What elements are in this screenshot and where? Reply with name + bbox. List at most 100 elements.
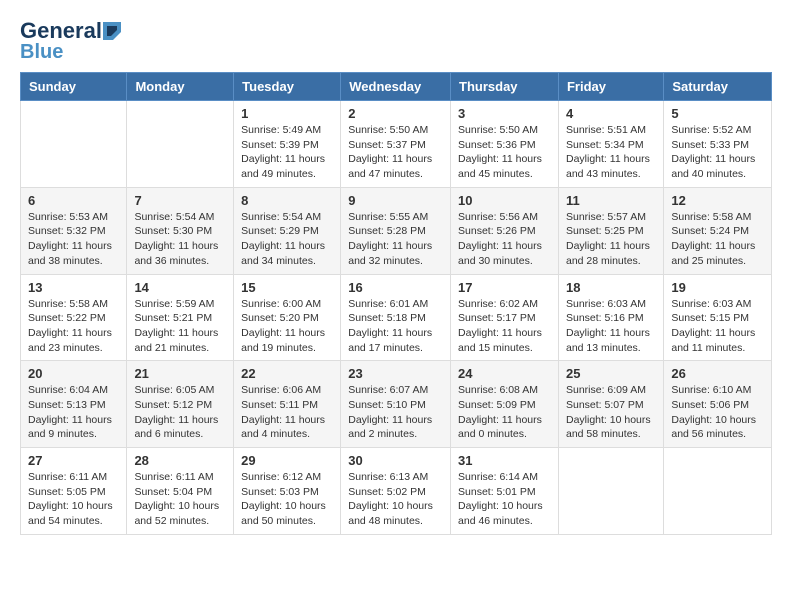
- day-number: 12: [671, 193, 764, 208]
- day-number: 30: [348, 453, 443, 468]
- logo: General Blue: [20, 20, 122, 62]
- day-info: Sunrise: 5:58 AM Sunset: 5:22 PM Dayligh…: [28, 297, 119, 356]
- day-info: Sunrise: 5:55 AM Sunset: 5:28 PM Dayligh…: [348, 210, 443, 269]
- calendar-cell: [664, 448, 772, 535]
- calendar-header-row: SundayMondayTuesdayWednesdayThursdayFrid…: [21, 73, 772, 101]
- day-number: 28: [134, 453, 226, 468]
- calendar-cell: 17 Sunrise: 6:02 AM Sunset: 5:17 PM Dayli…: [451, 274, 559, 361]
- logo-general: General: [20, 20, 102, 42]
- day-info: Sunrise: 5:50 AM Sunset: 5:36 PM Dayligh…: [458, 123, 551, 182]
- calendar-cell: 18Sunrise: 6:03 AM Sunset: 5:16 PM Dayli…: [558, 274, 663, 361]
- day-info: Sunrise: 6:11 AM Sunset: 5:04 PM Dayligh…: [134, 470, 226, 529]
- logo-icon: [103, 22, 121, 40]
- day-number: 29: [241, 453, 333, 468]
- day-info: Sunrise: 5:50 AM Sunset: 5:37 PM Dayligh…: [348, 123, 443, 182]
- day-info: Sunrise: 6:14 AM Sunset: 5:01 PM Dayligh…: [458, 470, 551, 529]
- page-header: General Blue: [20, 20, 772, 62]
- day-number: 20: [28, 366, 119, 381]
- calendar-cell: 13 Sunrise: 5:58 AM Sunset: 5:22 PM Dayli…: [21, 274, 127, 361]
- calendar-cell: 14Sunrise: 5:59 AM Sunset: 5:21 PM Dayli…: [127, 274, 234, 361]
- calendar-cell: 5 Sunrise: 5:52 AM Sunset: 5:33 PM Daylig…: [664, 101, 772, 188]
- day-info: Sunrise: 6:04 AM Sunset: 5:13 PM Dayligh…: [28, 383, 119, 442]
- day-info: Sunrise: 6:02 AM Sunset: 5:17 PM Dayligh…: [458, 297, 551, 356]
- day-number: 7: [134, 193, 226, 208]
- calendar-cell: 30 Sunrise: 6:13 AM Sunset: 5:02 PM Dayli…: [341, 448, 451, 535]
- day-number: 23: [348, 366, 443, 381]
- day-info: Sunrise: 5:59 AM Sunset: 5:21 PM Dayligh…: [134, 297, 226, 356]
- calendar-cell: 12 Sunrise: 5:58 AM Sunset: 5:24 PM Dayli…: [664, 187, 772, 274]
- calendar-week-row: 6 Sunrise: 5:53 AM Sunset: 5:32 PM Daylig…: [21, 187, 772, 274]
- day-info: Sunrise: 5:54 AM Sunset: 5:29 PM Dayligh…: [241, 210, 333, 269]
- col-header-friday: Friday: [558, 73, 663, 101]
- day-number: 26: [671, 366, 764, 381]
- day-number: 13: [28, 280, 119, 295]
- calendar-cell: 22 Sunrise: 6:06 AM Sunset: 5:11 PM Dayli…: [234, 361, 341, 448]
- calendar-cell: [21, 101, 127, 188]
- day-info: Sunrise: 5:54 AM Sunset: 5:30 PM Dayligh…: [134, 210, 226, 269]
- calendar-cell: 7 Sunrise: 5:54 AM Sunset: 5:30 PM Daylig…: [127, 187, 234, 274]
- day-number: 3: [458, 106, 551, 121]
- day-info: Sunrise: 6:13 AM Sunset: 5:02 PM Dayligh…: [348, 470, 443, 529]
- calendar-week-row: 13 Sunrise: 5:58 AM Sunset: 5:22 PM Dayli…: [21, 274, 772, 361]
- col-header-saturday: Saturday: [664, 73, 772, 101]
- day-info: Sunrise: 6:11 AM Sunset: 5:05 PM Dayligh…: [28, 470, 119, 529]
- calendar-cell: 11 Sunrise: 5:57 AM Sunset: 5:25 PM Dayli…: [558, 187, 663, 274]
- day-number: 5: [671, 106, 764, 121]
- calendar-cell: 24 Sunrise: 6:08 AM Sunset: 5:09 PM Dayli…: [451, 361, 559, 448]
- day-number: 4: [566, 106, 656, 121]
- calendar-cell: 21 Sunrise: 6:05 AM Sunset: 5:12 PM Dayli…: [127, 361, 234, 448]
- day-info: Sunrise: 6:07 AM Sunset: 5:10 PM Dayligh…: [348, 383, 443, 442]
- calendar-cell: 27Sunrise: 6:11 AM Sunset: 5:05 PM Dayli…: [21, 448, 127, 535]
- day-number: 19: [671, 280, 764, 295]
- day-number: 16: [348, 280, 443, 295]
- day-info: Sunrise: 6:09 AM Sunset: 5:07 PM Dayligh…: [566, 383, 656, 442]
- day-number: 15: [241, 280, 333, 295]
- col-header-thursday: Thursday: [451, 73, 559, 101]
- day-number: 6: [28, 193, 119, 208]
- day-number: 24: [458, 366, 551, 381]
- day-number: 8: [241, 193, 333, 208]
- col-header-monday: Monday: [127, 73, 234, 101]
- col-header-tuesday: Tuesday: [234, 73, 341, 101]
- day-number: 17: [458, 280, 551, 295]
- calendar-cell: 4Sunrise: 5:51 AM Sunset: 5:34 PM Daylig…: [558, 101, 663, 188]
- day-number: 10: [458, 193, 551, 208]
- day-info: Sunrise: 6:06 AM Sunset: 5:11 PM Dayligh…: [241, 383, 333, 442]
- day-number: 9: [348, 193, 443, 208]
- calendar-cell: 15 Sunrise: 6:00 AM Sunset: 5:20 PM Dayli…: [234, 274, 341, 361]
- day-info: Sunrise: 6:00 AM Sunset: 5:20 PM Dayligh…: [241, 297, 333, 356]
- day-number: 21: [134, 366, 226, 381]
- calendar-cell: 16 Sunrise: 6:01 AM Sunset: 5:18 PM Dayli…: [341, 274, 451, 361]
- col-header-sunday: Sunday: [21, 73, 127, 101]
- day-number: 25: [566, 366, 656, 381]
- day-info: Sunrise: 5:53 AM Sunset: 5:32 PM Dayligh…: [28, 210, 119, 269]
- calendar-cell: 9 Sunrise: 5:55 AM Sunset: 5:28 PM Daylig…: [341, 187, 451, 274]
- calendar-week-row: 27Sunrise: 6:11 AM Sunset: 5:05 PM Dayli…: [21, 448, 772, 535]
- day-number: 31: [458, 453, 551, 468]
- day-info: Sunrise: 6:01 AM Sunset: 5:18 PM Dayligh…: [348, 297, 443, 356]
- calendar-cell: 23 Sunrise: 6:07 AM Sunset: 5:10 PM Dayli…: [341, 361, 451, 448]
- calendar-cell: 6 Sunrise: 5:53 AM Sunset: 5:32 PM Daylig…: [21, 187, 127, 274]
- calendar-cell: 8 Sunrise: 5:54 AM Sunset: 5:29 PM Daylig…: [234, 187, 341, 274]
- day-info: Sunrise: 6:03 AM Sunset: 5:15 PM Dayligh…: [671, 297, 764, 356]
- day-info: Sunrise: 5:58 AM Sunset: 5:24 PM Dayligh…: [671, 210, 764, 269]
- calendar-week-row: 1 Sunrise: 5:49 AM Sunset: 5:39 PM Daylig…: [21, 101, 772, 188]
- calendar-table: SundayMondayTuesdayWednesdayThursdayFrid…: [20, 72, 772, 535]
- day-info: Sunrise: 6:08 AM Sunset: 5:09 PM Dayligh…: [458, 383, 551, 442]
- day-number: 11: [566, 193, 656, 208]
- day-info: Sunrise: 6:05 AM Sunset: 5:12 PM Dayligh…: [134, 383, 226, 442]
- day-number: 2: [348, 106, 443, 121]
- calendar-cell: 1 Sunrise: 5:49 AM Sunset: 5:39 PM Daylig…: [234, 101, 341, 188]
- day-info: Sunrise: 5:57 AM Sunset: 5:25 PM Dayligh…: [566, 210, 656, 269]
- day-info: Sunrise: 6:12 AM Sunset: 5:03 PM Dayligh…: [241, 470, 333, 529]
- calendar-cell: 28 Sunrise: 6:11 AM Sunset: 5:04 PM Dayli…: [127, 448, 234, 535]
- day-info: Sunrise: 6:03 AM Sunset: 5:16 PM Dayligh…: [566, 297, 656, 356]
- day-info: Sunrise: 5:49 AM Sunset: 5:39 PM Dayligh…: [241, 123, 333, 182]
- day-number: 22: [241, 366, 333, 381]
- day-number: 1: [241, 106, 333, 121]
- day-info: Sunrise: 5:56 AM Sunset: 5:26 PM Dayligh…: [458, 210, 551, 269]
- calendar-cell: 26Sunrise: 6:10 AM Sunset: 5:06 PM Dayli…: [664, 361, 772, 448]
- logo-blue: Blue: [20, 42, 63, 62]
- day-info: Sunrise: 5:52 AM Sunset: 5:33 PM Dayligh…: [671, 123, 764, 182]
- col-header-wednesday: Wednesday: [341, 73, 451, 101]
